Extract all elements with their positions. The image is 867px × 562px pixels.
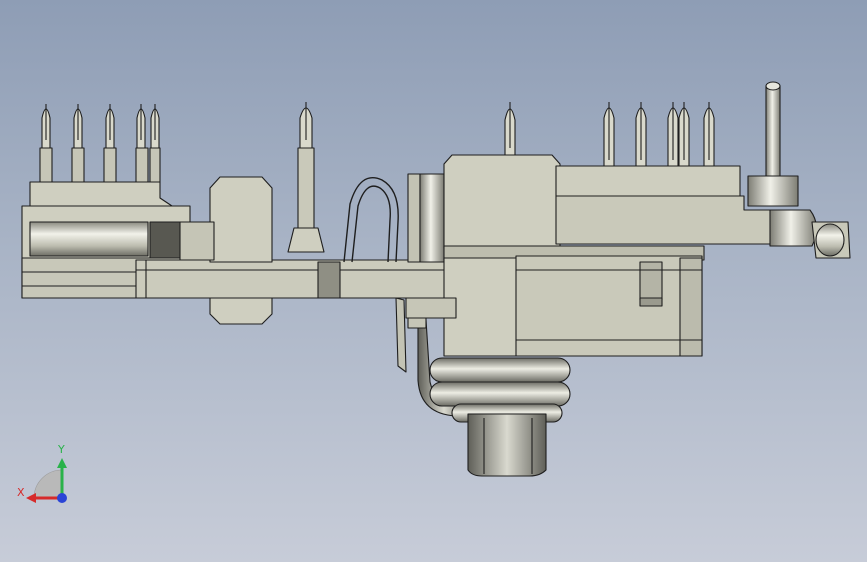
main-body — [443, 154, 793, 357]
left-connector-pins — [41, 104, 160, 149]
center-pin — [287, 102, 325, 253]
coordinate-triad — [26, 458, 67, 503]
y-axis-label: Y — [58, 443, 65, 456]
spring-clip — [343, 177, 399, 263]
cad-model-view[interactable] — [0, 0, 867, 562]
left-terminal-block — [29, 147, 173, 213]
graphics-viewport[interactable]: X Y — [0, 0, 867, 562]
x-axis-label: X — [17, 486, 25, 499]
center-bracket — [179, 176, 273, 325]
